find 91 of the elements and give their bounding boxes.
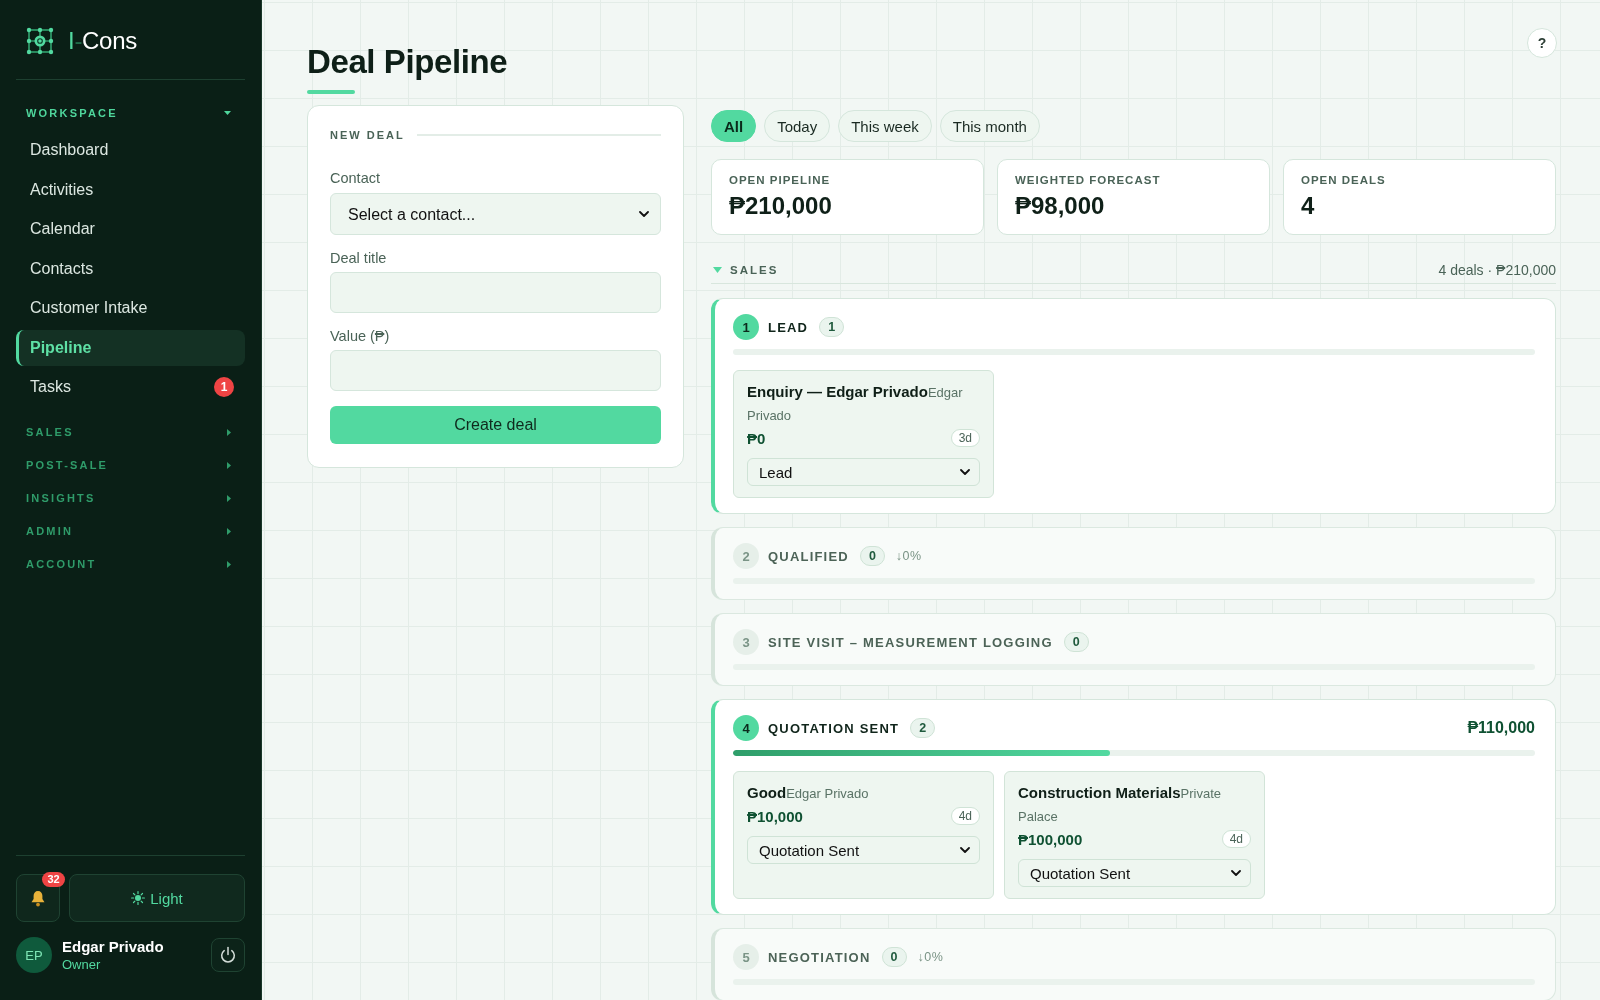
stage-name: LEAD [768, 319, 809, 335]
group-summary: 4 deals · ₱210,000 [1438, 262, 1556, 278]
conversion-rate: ↓0% [895, 549, 922, 563]
page-title: Deal Pipeline [307, 42, 508, 82]
count-badge: 1 [214, 377, 234, 397]
filter-chip[interactable]: This month [939, 110, 1040, 142]
conversion-rate: ↓0% [917, 950, 944, 964]
stat-label: OPEN DEALS [1301, 173, 1386, 187]
stat-label: WEIGHTED FORECAST [1015, 173, 1161, 187]
help-button[interactable]: ? [1527, 28, 1557, 58]
stage-name: SITE VISIT – MEASUREMENT LOGGING [768, 634, 1053, 650]
sun-icon [131, 891, 146, 905]
age-badge: 4d [1221, 830, 1251, 848]
stage-number: 5 [733, 944, 759, 970]
stage-number: 1 [733, 314, 759, 340]
stage-amount: ₱110,000 [1467, 719, 1535, 737]
caret-right-icon [227, 494, 231, 502]
chevron-down-icon [639, 211, 649, 217]
chevron-down-icon [1231, 870, 1241, 876]
stat-label: OPEN PIPELINE [729, 173, 831, 187]
deal-heading: Construction MaterialsPrivate Palace [1018, 783, 1222, 826]
nav-item[interactable]: Dashboard [16, 132, 245, 168]
filter-chip[interactable]: Today [764, 110, 831, 142]
nav-section-header[interactable]: INSIGHTS [16, 488, 245, 508]
field-label: Deal title [330, 249, 388, 267]
deal-value: ₱100,000 [1018, 830, 1083, 848]
stage-select[interactable]: Lead [747, 458, 980, 486]
nav-item[interactable]: Tasks 1 [16, 369, 245, 405]
stage-name: NEGOTIATION [768, 949, 871, 965]
deal-card[interactable]: Enquiry — Edgar PrivadoEdgar Privado ₱0 3d Lead [733, 370, 994, 498]
stage-select[interactable]: Quotation Sent [747, 836, 980, 864]
notification-badge: 32 [42, 872, 65, 887]
stage-number: 2 [733, 543, 759, 569]
chevron-down-icon [960, 469, 970, 475]
field-label: Contact [330, 169, 381, 187]
age-badge: 4d [950, 807, 980, 825]
nav-item[interactable]: Contacts [16, 250, 245, 287]
deal-card[interactable]: GoodEdgar Privado ₱10,000 4d Quotation Sent [733, 771, 994, 899]
nav-item[interactable]: Pipeline [16, 329, 245, 366]
caret-right-icon [227, 428, 231, 436]
user-role: Owner [62, 955, 101, 974]
stat-value: ₱98,000 [1015, 191, 1105, 221]
count-badge: 0 [859, 546, 885, 566]
deal-heading: GoodEdgar Privado [747, 783, 870, 803]
deal-card[interactable]: Construction MaterialsPrivate Palace ₱100,000 4d Quotation Sent [1004, 771, 1265, 899]
nav-item[interactable]: Calendar [16, 211, 245, 247]
nav-section-header[interactable]: ACCOUNT [16, 554, 245, 574]
count-badge: 0 [1063, 632, 1089, 652]
nav-item[interactable]: Activities [16, 171, 245, 208]
panel-title: NEW DEAL [330, 129, 405, 141]
bell-icon [30, 889, 46, 907]
nav-item[interactable]: Customer Intake [16, 290, 245, 326]
logo-icon [26, 27, 54, 55]
deal-value: ₱0 [747, 429, 766, 447]
input-field[interactable] [330, 272, 661, 313]
deal-value: ₱10,000 [747, 807, 803, 825]
stage-number: 3 [733, 629, 759, 655]
avatar: EP [16, 937, 52, 973]
chevron-down-icon [960, 847, 970, 853]
logout-button[interactable] [211, 938, 245, 972]
group-toggle[interactable]: SALES [711, 260, 779, 280]
power-icon [219, 946, 237, 964]
filter-chip[interactable]: All [711, 110, 757, 142]
nav-section-header[interactable]: POST-SALE [16, 455, 245, 475]
user-name: Edgar Privado [62, 936, 164, 956]
caret-right-icon [227, 461, 231, 469]
count-badge: 0 [881, 947, 907, 967]
brand-name: I-Cons [68, 27, 137, 55]
input-field[interactable] [330, 350, 661, 391]
stage-name: QUOTATION SENT [768, 720, 900, 736]
count-badge: 1 [819, 317, 845, 337]
caret-right-icon [227, 527, 231, 535]
caret-down-icon [713, 267, 722, 273]
count-badge: 2 [910, 718, 936, 738]
field-label: Value (₱) [330, 327, 391, 345]
dropdown-field[interactable]: Select a contact... [330, 193, 661, 235]
stage-name: QUALIFIED [768, 548, 849, 564]
nav-section-header[interactable]: SALES [16, 422, 245, 442]
stat-value: ₱210,000 [729, 191, 832, 221]
filter-chip[interactable]: This week [838, 110, 932, 142]
theme-toggle-button[interactable]: Light [69, 874, 245, 922]
caret-down-icon [224, 111, 231, 115]
create-deal-button[interactable]: Create deal [330, 406, 661, 444]
age-badge: 3d [950, 429, 980, 447]
stat-value: 4 [1301, 191, 1315, 221]
nav-section-header[interactable]: WORKSPACE [16, 103, 245, 123]
deal-heading: Enquiry — Edgar PrivadoEdgar Privado [747, 382, 964, 425]
stage-select[interactable]: Quotation Sent [1018, 859, 1251, 887]
stage-number: 4 [733, 715, 759, 741]
caret-right-icon [227, 560, 231, 568]
nav-section-header[interactable]: ADMIN [16, 521, 245, 541]
